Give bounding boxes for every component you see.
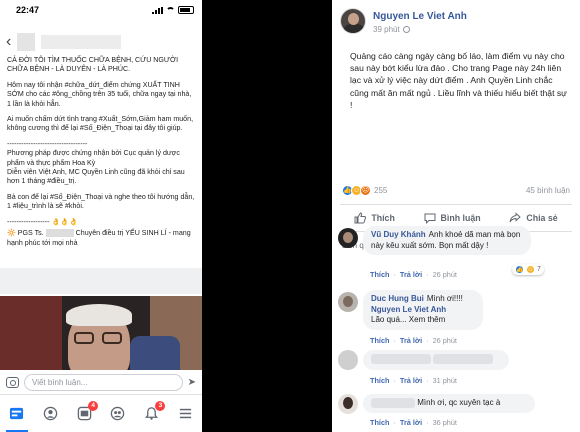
comment-reactions[interactable]: 👍 ☺ 7 (512, 264, 544, 275)
facebook-post: Nguyen Le Viet Anh 39 phút Quảng cáo càn… (332, 0, 580, 432)
post-paragraph: ---------------------------------- Phươn… (7, 139, 185, 186)
comment-reply-link[interactable]: Trả lời (400, 336, 422, 345)
commenter-avatar[interactable] (338, 228, 358, 248)
author-avatar[interactable] (340, 8, 366, 34)
haha-reaction-icon: ☺ (526, 265, 535, 274)
comment-item: Duc Hung Bui Mình ơi!!!! Nguyen Le Viet A… (332, 288, 580, 346)
status-bar: 22:47 (0, 0, 202, 20)
comment-time[interactable]: 26 phút (433, 336, 457, 345)
nav-friends-icon[interactable] (110, 406, 126, 422)
back-icon[interactable]: ‹ (6, 34, 11, 50)
notification-badge: 3 (155, 400, 166, 411)
send-icon[interactable]: ➤ (188, 377, 196, 388)
blurred-name (41, 35, 122, 49)
blurred-text (433, 354, 494, 364)
comment-composer: Viết bình luận... ➤ (0, 370, 202, 394)
nav-profile-icon[interactable] (42, 406, 58, 422)
blurred-avatar (17, 33, 36, 51)
comment-time[interactable]: 31 phút (433, 376, 457, 385)
post-photo[interactable] (0, 296, 202, 370)
angry-reaction-icon: ☹ (360, 184, 371, 196)
commenter-name[interactable]: Vũ Duy Khánh (371, 230, 426, 239)
comment-like-link[interactable]: Thích (370, 376, 389, 385)
nav-feed-icon[interactable] (5, 406, 28, 432)
post-time: 39 phút (373, 25, 467, 34)
post-time-text[interactable]: 39 phút (373, 25, 400, 34)
comment-reply-link[interactable]: Trả lời (400, 376, 422, 385)
post-signature: 🔆 PGS Ts. Chuyên điều trị YẾU SINH LÍ - … (7, 229, 195, 248)
comment-like-link[interactable]: Thích (370, 336, 389, 345)
comment-item: Vũ Duy Khánh Anh khoẻ dã man mà bọn này k… (332, 222, 580, 280)
comment-bubble: Duc Hung Bui Mình ơi!!!! Nguyen Le Viet A… (363, 290, 483, 330)
blurred-name (371, 398, 415, 408)
commenter-name[interactable]: Duc Hung Bui (371, 294, 424, 303)
ad-post-text: CẢ ĐỜI TÔI TÌM THUỐC CHỮA BỆNH, CỨU NGƯỜ… (0, 54, 202, 248)
comment-item: Mình ơi, qc xuyên tạc à Thích · Trả lời · … (332, 392, 580, 432)
left-phone-screenshot: 22:47 ‹ CẢ ĐỜI TÔI TÌM THUỐC CHỮA BỆNH, … (0, 0, 202, 432)
blurred-region (0, 268, 202, 294)
reaction-summary[interactable]: 👍 ☺ ☹ 255 (342, 184, 388, 196)
reaction-count: 255 (374, 185, 388, 195)
author-name[interactable]: Nguyen Le Viet Anh (373, 11, 467, 22)
comment-reaction-count: 7 (537, 266, 541, 273)
nav-notifications-icon[interactable]: 3 (143, 400, 166, 422)
comment-meta: Thích · Trả lời · 26 phút (370, 336, 457, 345)
post-paragraph: ------------------ 👌👌👌 (7, 217, 78, 226)
comment-bubble: Vũ Duy Khánh Anh khoẻ dã man mà bọn này k… (363, 226, 531, 255)
comment-meta: Thích · Trả lời · 26 phút (370, 270, 457, 279)
post-stats: 👍 ☺ ☹ 255 45 bình luận (332, 180, 580, 200)
comment-like-link[interactable]: Thích (370, 270, 389, 279)
redacted-name (45, 229, 74, 238)
comment-bubble (363, 350, 509, 370)
blurred-name (371, 354, 431, 364)
bottom-nav: 4 3 (0, 394, 202, 432)
commenter-avatar[interactable] (338, 350, 358, 370)
signature-prefix: 🔆 PGS Ts. (7, 229, 44, 238)
comment-reply-link[interactable]: Trả lời (400, 270, 422, 279)
wifi-icon (166, 7, 175, 13)
comment-input[interactable]: Viết bình luận... (24, 373, 183, 391)
commenter-avatar[interactable] (338, 292, 358, 312)
comment-text: Mình ơi, qc xuyên tạc à (417, 398, 501, 408)
post-paragraph: CẢ ĐỜI TÔI TÌM THUỐC CHỮA BỆNH, CỨU NGƯỜ… (7, 56, 179, 74)
signal-icon (152, 6, 163, 14)
notification-badge: 4 (88, 400, 99, 411)
camera-icon[interactable] (6, 376, 19, 388)
nav-groups-icon[interactable]: 4 (76, 400, 99, 422)
post-paragraph: Bà con để lại #Số_Điện_Thoại và nghe the… (7, 192, 195, 211)
comment-time[interactable]: 26 phút (433, 270, 457, 279)
nav-menu-icon[interactable] (177, 406, 193, 422)
comment-like-link[interactable]: Thích (370, 418, 389, 427)
battery-icon (178, 6, 194, 14)
post-paragraph: Hôm nay tôi nhận #chữa_dứt_điểm chứng XU… (7, 80, 192, 108)
like-reaction-icon: 👍 (515, 265, 524, 274)
post-header: Nguyen Le Viet Anh 39 phút (332, 0, 580, 44)
status-time: 22:47 (16, 5, 40, 15)
commenter-avatar[interactable] (338, 394, 358, 414)
status-icons (152, 6, 194, 14)
globe-icon (402, 26, 410, 33)
comment-text-more[interactable]: Lão quá... Xem thêm (371, 315, 475, 326)
comment-meta: Thích · Trả lời · 36 phút (370, 418, 457, 427)
post-header: ‹ (0, 30, 202, 54)
comment-time[interactable]: 36 phút (433, 418, 457, 427)
comment-bubble: Mình ơi, qc xuyên tạc à (363, 394, 535, 413)
post-paragraph: Ai muốn chấm dứt tình trạng #Xuất_Sớm,Gi… (7, 115, 194, 133)
tagged-name[interactable]: Nguyen Le Viet Anh (371, 305, 475, 316)
comment-meta: Thích · Trả lời · 31 phút (370, 376, 457, 385)
comment-reply-link[interactable]: Trả lời (400, 418, 422, 427)
comment-item: Thích · Trả lời · 31 phút (332, 348, 580, 388)
post-body: Quảng cáo càng ngày càng bố láo, làm điể… (350, 51, 567, 110)
comment-count[interactable]: 45 bình luận (526, 186, 570, 195)
comment-text: Mình ơi!!!! (426, 294, 463, 303)
